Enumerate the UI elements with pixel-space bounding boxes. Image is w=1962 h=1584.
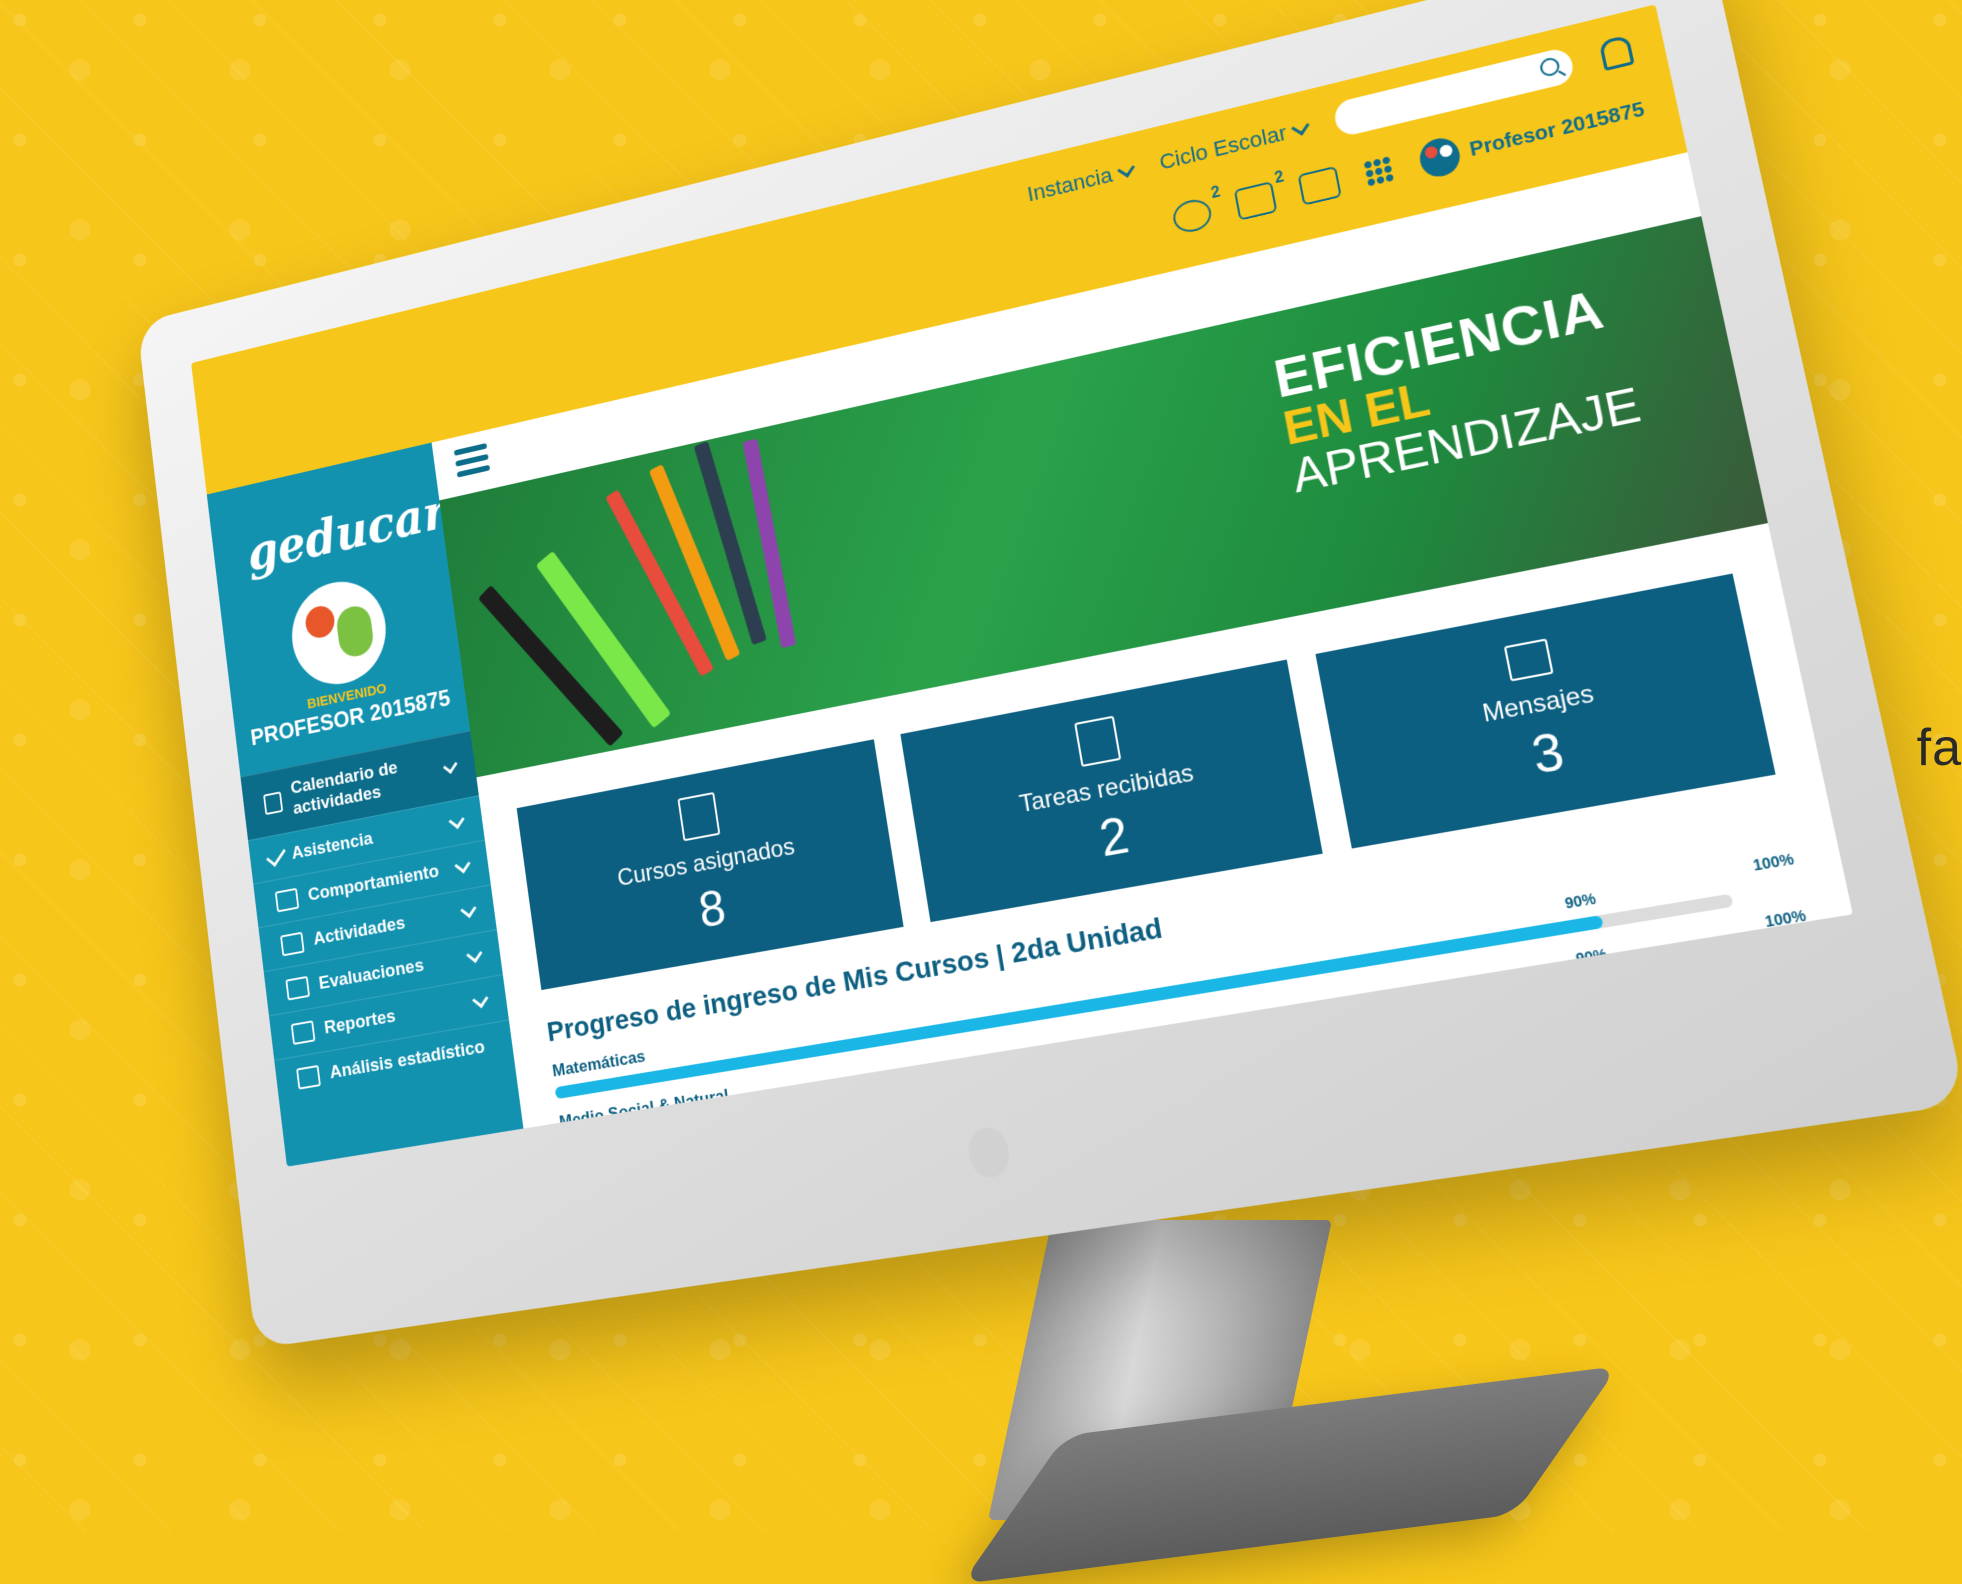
pencil-image (648, 464, 741, 662)
apps-grid-icon[interactable] (1362, 154, 1397, 189)
progress-percent: 90% (1574, 945, 1609, 968)
activities-icon (280, 931, 305, 957)
chevron-down-icon (466, 944, 483, 963)
chevron-down-icon (1116, 159, 1135, 178)
sidebar-menu: Calendario de actividades Asistencia Com… (240, 730, 515, 1105)
logo-main: geducar (244, 482, 451, 583)
search-icon[interactable] (1538, 55, 1562, 78)
avatar (1416, 134, 1464, 181)
user-avatar (286, 572, 392, 693)
card-value: 8 (695, 879, 730, 939)
ciclo-escolar-label: Ciclo Escolar (1157, 120, 1289, 175)
sidebar-item-label: Asistencia (290, 828, 374, 864)
document-icon (677, 791, 721, 842)
chat-icon[interactable]: 2 (1171, 184, 1222, 236)
chevron-down-icon (448, 811, 465, 829)
ciclo-escolar-dropdown[interactable]: Ciclo Escolar (1157, 115, 1310, 175)
bar-chart-icon (290, 1020, 316, 1046)
pencil-image (477, 585, 624, 747)
chat-badge: 2 (1209, 183, 1222, 203)
card-title: Mensajes (1480, 679, 1597, 729)
mail-badge: 2 (1273, 168, 1286, 188)
instancia-label: Instancia (1025, 162, 1115, 207)
check-icon (266, 843, 286, 867)
chevron-down-icon (1291, 117, 1310, 136)
app-screen: Instancia Ciclo Escolar 2 2 Profesor 201… (191, 4, 1853, 1167)
list-icon (285, 975, 311, 1001)
bell-icon[interactable] (1598, 34, 1635, 72)
monitor-frame: Instancia Ciclo Escolar 2 2 Profesor 201… (136, 0, 1962, 1349)
chevron-down-icon (460, 900, 477, 918)
progress-max: 100% (1763, 906, 1808, 931)
tools-icon[interactable] (1297, 165, 1343, 206)
monitor-mockup: Instancia Ciclo Escolar 2 2 Profesor 201… (60, 0, 1962, 1584)
instancia-dropdown[interactable]: Instancia (1026, 158, 1135, 208)
profile-name: Profesor 2015875 (1467, 97, 1647, 161)
envelope-icon (1504, 638, 1554, 682)
chevron-down-icon (472, 989, 489, 1008)
app-logo[interactable]: geducar!!! (244, 470, 509, 583)
line-chart-icon (296, 1064, 321, 1090)
sidebar-item-label: Actividades (312, 912, 407, 950)
thumbs-up-icon (274, 887, 300, 913)
card-value: 3 (1526, 721, 1569, 786)
sidebar-item-label: Evaluaciones (317, 955, 426, 994)
card-value: 2 (1095, 806, 1133, 868)
chevron-down-icon (454, 855, 471, 873)
mail-icon[interactable]: 2 (1234, 169, 1285, 221)
calendar-icon (263, 791, 284, 816)
banner-headline: EFICIENCIA EN EL APRENDIZAJE (1269, 278, 1645, 503)
hamburger-menu-icon[interactable] (453, 442, 491, 479)
sidebar-item-label: Reportes (323, 1006, 397, 1039)
checklist-icon (1074, 715, 1122, 768)
apple-logo-icon (965, 1124, 1013, 1181)
edge-caption: fa (1916, 719, 1962, 777)
